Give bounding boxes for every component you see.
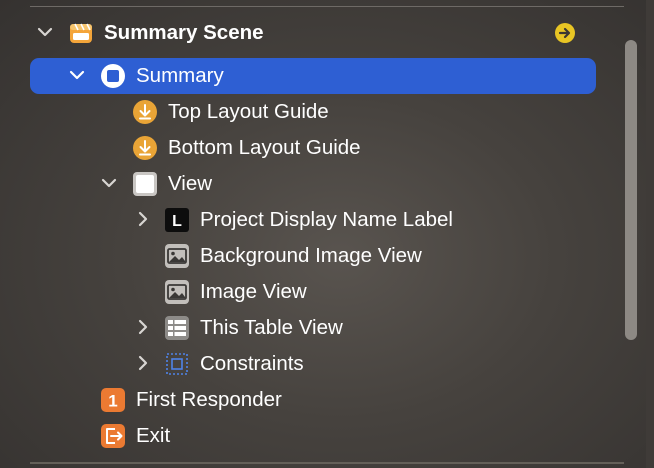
table-view-icon xyxy=(165,316,189,340)
label-icon-text: L xyxy=(172,213,182,230)
outline-item-view[interactable]: View xyxy=(0,166,610,200)
outline-item-first-responder[interactable]: 1 First Responder xyxy=(0,382,610,416)
first-responder-icon-text: 1 xyxy=(108,392,117,411)
outline-item-label: Constraints xyxy=(200,352,304,375)
first-responder-icon: 1 xyxy=(101,388,125,412)
outline-item-this-table-view[interactable]: This Table View xyxy=(0,310,610,344)
chevron-down-icon[interactable] xyxy=(67,65,87,85)
panel-edge xyxy=(646,0,654,468)
outline-item-label: Summary xyxy=(136,64,224,87)
outline-item-bottom-layout-guide[interactable]: Bottom Layout Guide xyxy=(0,130,610,164)
outline-item-constraints[interactable]: Constraints xyxy=(0,346,610,380)
chevron-down-icon[interactable] xyxy=(35,22,55,42)
vertical-scrollbar[interactable] xyxy=(625,40,637,340)
chevron-right-icon[interactable] xyxy=(133,353,153,373)
outline-item-label: Bottom Layout Guide xyxy=(168,136,361,159)
arrow-down-circle-icon xyxy=(133,100,157,124)
outline-item-project-display-name-label[interactable]: L Project Display Name Label xyxy=(0,202,610,236)
outline-item-summary[interactable]: Summary xyxy=(0,58,610,92)
image-view-icon xyxy=(165,280,189,304)
divider-top xyxy=(30,6,624,7)
arrow-circle-right-icon[interactable] xyxy=(554,22,576,44)
exit-icon xyxy=(101,424,125,448)
image-view-icon xyxy=(165,244,189,268)
arrow-down-circle-icon xyxy=(133,136,157,160)
outline-item-label: Image View xyxy=(200,280,307,303)
outline-item-label: Top Layout Guide xyxy=(168,100,329,123)
scene-title: Summary Scene xyxy=(104,21,264,44)
outline-item-background-image-view[interactable]: Background Image View xyxy=(0,238,610,272)
outline-item-label: This Table View xyxy=(200,316,343,339)
constraints-icon xyxy=(166,353,188,375)
outline-item-label: Exit xyxy=(136,424,171,447)
view-square-icon xyxy=(133,172,157,196)
label-L-icon: L xyxy=(165,208,189,232)
outline-item-label: Background Image View xyxy=(200,244,422,267)
divider-bottom xyxy=(30,462,624,464)
scene-clapper-icon xyxy=(70,23,92,43)
outline-item-exit[interactable]: Exit xyxy=(0,418,610,452)
scene-row-summary[interactable]: Summary Scene xyxy=(0,15,610,49)
chevron-right-icon[interactable] xyxy=(133,209,153,229)
outline-item-top-layout-guide[interactable]: Top Layout Guide xyxy=(0,94,610,128)
outline-item-label: First Responder xyxy=(136,388,282,411)
view-controller-icon xyxy=(101,64,125,88)
chevron-down-icon[interactable] xyxy=(99,173,119,193)
outline-item-label: Project Display Name Label xyxy=(200,208,453,231)
outline-item-image-view[interactable]: Image View xyxy=(0,274,610,308)
chevron-right-icon[interactable] xyxy=(133,317,153,337)
outline-item-label: View xyxy=(168,172,213,195)
